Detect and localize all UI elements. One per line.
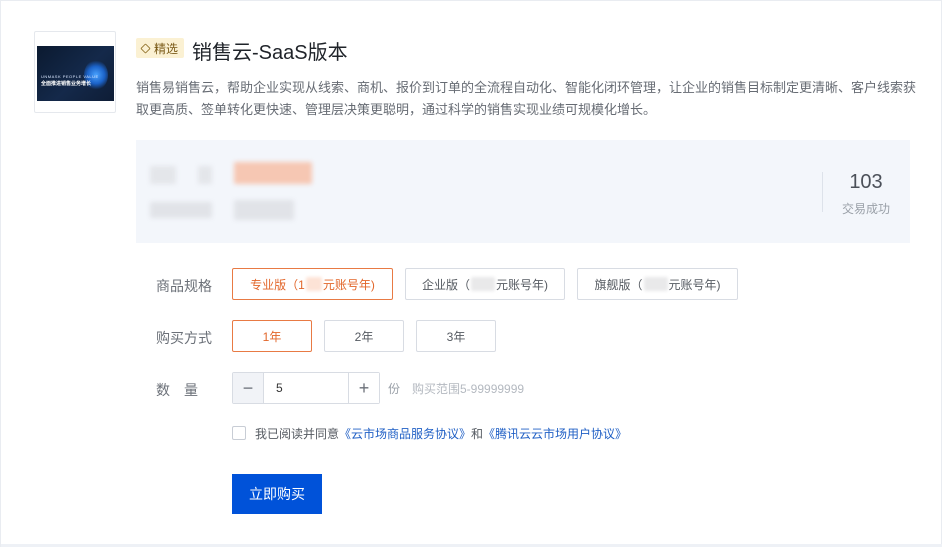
purchase-label: 购买方式 (156, 330, 212, 346)
user-agreement-link[interactable]: 《腾讯云云市场用户协议》 (483, 427, 627, 441)
spec-option-professional[interactable]: 专业版（1 元账号年) (232, 268, 393, 300)
stats-panel: 103 交易成功 (136, 140, 910, 243)
spec-option-text: 元账号年) (668, 277, 721, 292)
quantity-unit: 份 (388, 382, 401, 396)
spec-option-text: 元账号年) (496, 277, 548, 292)
minus-icon[interactable]: − (233, 373, 264, 403)
blurred-info (150, 166, 176, 184)
agreement-and: 和 (471, 427, 484, 441)
quantity-range: 购买范围5-99999999 (412, 382, 525, 396)
service-agreement-link[interactable]: 《云市场商品服务协议》 (339, 427, 471, 441)
product-description: 销售易销售云，帮助企业实现从线索、商机、报价到订单的全流程自动化、智能化闭环管理… (136, 80, 917, 117)
spec-option-text: 专业版（1 (250, 277, 305, 292)
spec-option-text: 元账号年) (322, 277, 375, 292)
purchase-option-1y[interactable]: 1年 (232, 320, 312, 352)
plus-icon[interactable]: + (348, 373, 379, 403)
masked-price (643, 277, 668, 291)
quantity-label: 数 量 (156, 382, 198, 398)
featured-badge-label: 精选 (154, 41, 179, 56)
deals-label: 交易成功 (841, 202, 890, 216)
masked-price (305, 277, 322, 291)
spec-option-text: 企业版（ (421, 277, 470, 292)
agreement-checkbox[interactable] (232, 426, 246, 440)
agreement-text: 我已阅读并同意《云市场商品服务协议》和《腾讯云云市场用户协议》 (255, 425, 627, 442)
product-image: UNMASK PEOPLE VALUE 全面推进销售业务增长 (37, 46, 114, 101)
purchase-option-3y[interactable]: 3年 (416, 320, 496, 352)
product-title: 销售云-SaaS版本 (192, 42, 348, 64)
agreement-prefix: 我已阅读并同意 (255, 427, 340, 441)
spec-option-enterprise[interactable]: 企业版（ 元账号年) (405, 268, 565, 300)
blurred-info (234, 200, 294, 220)
blurred-price (234, 162, 312, 184)
diamond-icon (140, 42, 151, 54)
quantity-stepper: − + (232, 372, 380, 404)
stats-divider (822, 172, 823, 212)
product-card: UNMASK PEOPLE VALUE 全面推进销售业务增长 精选 销售云-Sa… (0, 0, 942, 547)
deals-count: 103 (849, 171, 883, 193)
blurred-info (198, 166, 212, 184)
featured-badge: 精选 (136, 38, 185, 58)
blurred-info (150, 202, 212, 218)
buy-now-button[interactable]: 立即购买 (232, 474, 322, 514)
spec-option-flagship[interactable]: 旗舰版（ 元账号年) (577, 268, 738, 300)
spec-option-text: 旗舰版（ (594, 277, 643, 292)
masked-price (471, 277, 495, 291)
thumbnail-line1: UNMASK PEOPLE VALUE (41, 74, 99, 79)
thumbnail-line2: 全面推进销售业务增长 (41, 81, 92, 87)
purchase-option-2y[interactable]: 2年 (324, 320, 404, 352)
spec-label: 商品规格 (156, 278, 212, 294)
quantity-input[interactable] (264, 373, 348, 403)
product-thumbnail[interactable]: UNMASK PEOPLE VALUE 全面推进销售业务增长 (34, 31, 116, 113)
